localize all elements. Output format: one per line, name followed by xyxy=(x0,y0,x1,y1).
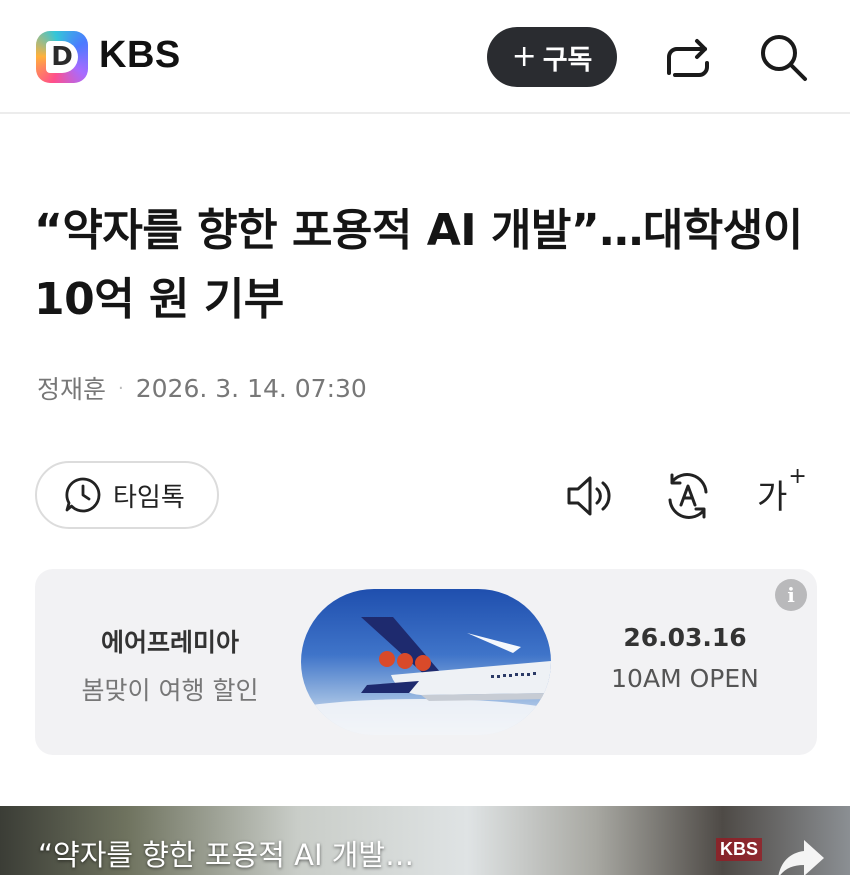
publish-datetime: 2026. 3. 14. 07:30 xyxy=(135,373,367,403)
timetalk-label: 타임톡 xyxy=(113,482,185,513)
meta-separator: · xyxy=(118,377,124,399)
video-player[interactable]: “약자를 향한 포용적 AI 개발… KBS xyxy=(0,806,850,875)
video-watermark: KBS xyxy=(716,838,763,861)
clock-chat-icon xyxy=(65,477,101,513)
ad-tagline: 봄맞이 여행 할인 xyxy=(81,676,259,705)
publisher-name[interactable]: KBS xyxy=(99,34,181,77)
subscribe-label: 구독 xyxy=(542,44,593,76)
ad-right-text: 26.03.16 10AM OPEN xyxy=(575,623,795,693)
author-name[interactable]: 정재훈 xyxy=(37,370,106,406)
subscribe-button[interactable]: + 구독 xyxy=(487,27,617,87)
ad-info-icon[interactable]: i xyxy=(775,579,807,611)
ad-date: 26.03.16 xyxy=(623,623,747,652)
article-headline: “약자를 향한 포용적 AI 개발”…대학생이 10억 원 기부 xyxy=(34,205,803,325)
share-icon[interactable] xyxy=(663,33,713,81)
ad-left-text: 에어프레미아 봄맞이 여행 할인 xyxy=(35,623,305,707)
font-size-icon[interactable]: 가 + xyxy=(757,464,809,522)
font-size-plus: + xyxy=(788,464,807,489)
timetalk-button[interactable]: 타임톡 xyxy=(35,461,219,529)
ad-airplane-image xyxy=(301,589,551,735)
auto-read-icon[interactable] xyxy=(662,470,714,522)
font-size-label: 가 xyxy=(757,477,788,516)
daum-logo-icon[interactable]: D xyxy=(36,31,88,83)
airplane-icon xyxy=(301,617,551,735)
video-title: “약자를 향한 포용적 AI 개발… xyxy=(38,838,415,872)
logo-letter: D xyxy=(51,42,73,72)
ad-brand: 에어프레미아 xyxy=(100,628,239,657)
search-icon[interactable] xyxy=(757,31,809,83)
plus-icon: + xyxy=(511,39,537,74)
top-bar: D KBS + 구독 xyxy=(0,0,850,114)
ad-open-time: 10AM OPEN xyxy=(611,664,759,693)
speaker-icon[interactable] xyxy=(565,470,617,522)
video-share-icon[interactable] xyxy=(776,834,826,875)
article-meta: 정재훈 · 2026. 3. 14. 07:30 xyxy=(37,370,367,406)
ad-banner[interactable]: i 에어프레미아 봄맞이 여행 할인 26.03.16 10AM OPEN xyxy=(35,569,817,755)
